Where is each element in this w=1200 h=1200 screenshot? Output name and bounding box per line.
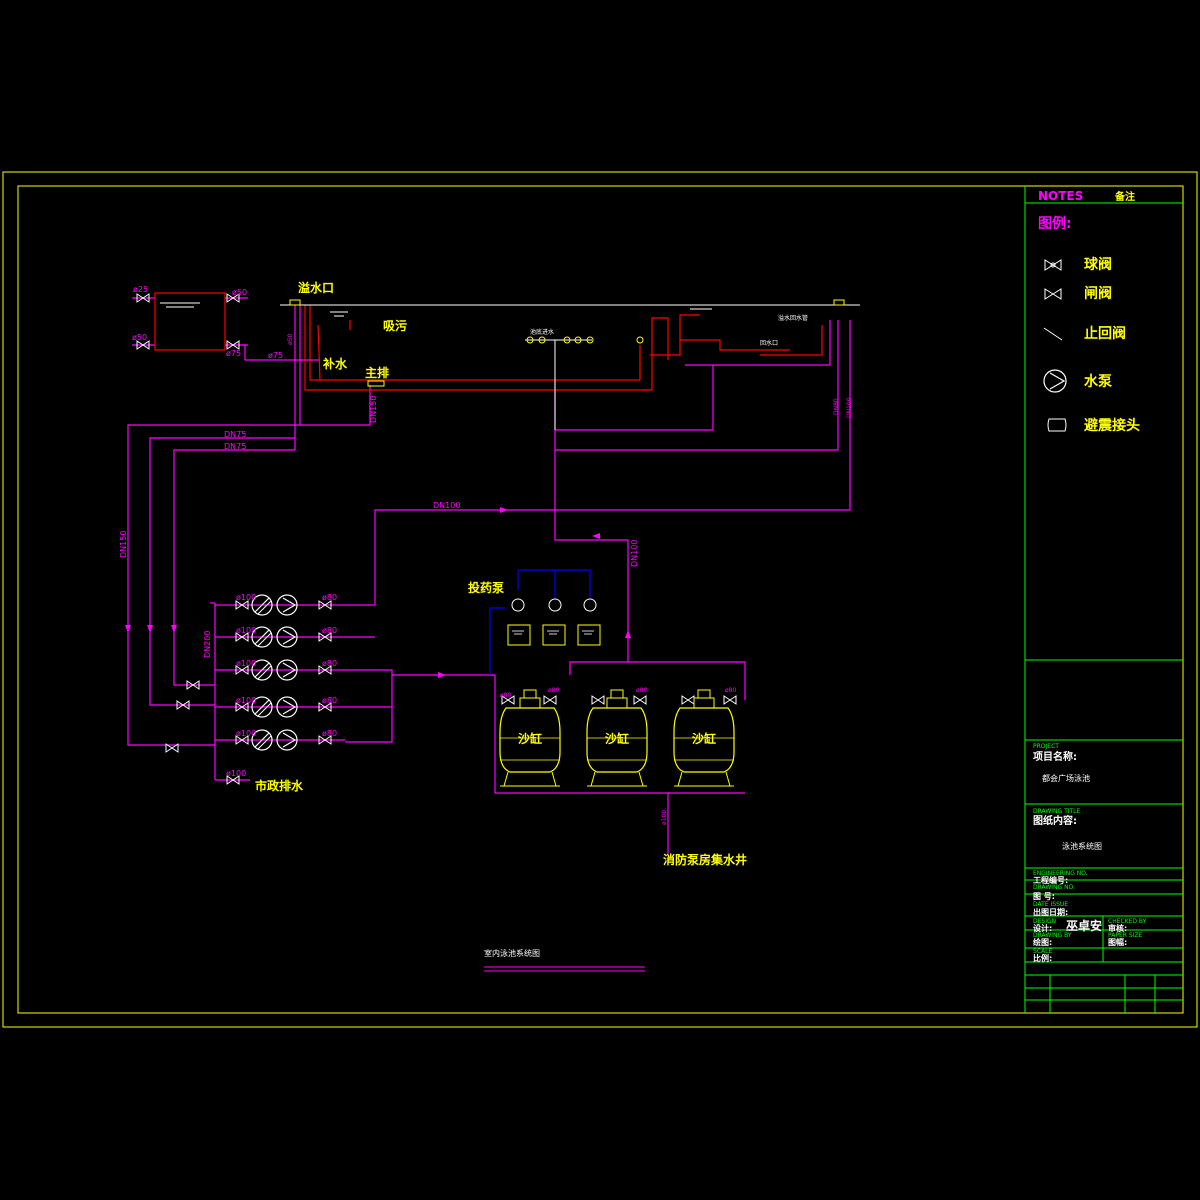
size-d100-1: ø100	[236, 593, 256, 602]
size-d50-b: ø50	[132, 333, 147, 342]
project-value: 都会广场泳池	[1042, 773, 1090, 783]
notes-cn: 备注	[1114, 190, 1135, 203]
size-d100-6: ø100	[226, 769, 246, 778]
size-dn100-b: DN100	[630, 540, 639, 567]
size-d80-7: ø80	[548, 687, 559, 694]
label-main-drain: 主排	[365, 365, 389, 380]
ball-valve-icon	[1044, 259, 1062, 271]
chem-lines	[489, 569, 591, 675]
bottom-title: 室内泳池系统图	[484, 948, 540, 958]
label-sand-tank-3: 沙缸	[692, 731, 716, 746]
label-overflow-gutter: 溢水回水管	[778, 314, 808, 322]
drawing-title-cn: 图纸内容:	[1033, 814, 1077, 827]
size-d100-3: ø100	[236, 659, 256, 668]
project-en: PROJECT	[1033, 743, 1059, 750]
label-suction: 吸污	[383, 318, 407, 333]
size-d75-a: ø75	[226, 349, 241, 358]
label-inlet-row: 池底进水	[530, 328, 554, 336]
drawing-labels: 溢水口 吸污 补水 主排 池底进水 回水口 溢水回水管 投药泵 市政排水 消防泵…	[255, 280, 808, 972]
legend: NOTES 备注 图例: 球阀 闸阀 止回阀 水泵 避震接头	[1038, 189, 1140, 434]
size-d100-5: ø100	[236, 729, 256, 738]
label-fire-pit: 消防泵房集水井	[663, 852, 747, 867]
size-d50-a: ø50	[232, 288, 247, 297]
size-dn75-a: DN75	[224, 430, 246, 439]
inner-frame	[17, 185, 1184, 1014]
drawn-cn: 绘图:	[1033, 937, 1052, 947]
project-cn: 项目名称:	[1033, 750, 1077, 763]
scale-cn: 比例:	[1033, 953, 1052, 963]
legend-label-gate-valve: 闸阀	[1084, 285, 1112, 302]
size-d80-2: ø80	[322, 626, 337, 635]
legend-label-check-valve: 止回阀	[1084, 325, 1126, 342]
label-sand-tank-2: 沙缸	[605, 731, 629, 746]
label-makeup: 补水	[322, 356, 348, 371]
red-pipes	[154, 292, 823, 391]
pipe-size-labels: ø25 ø50 ø50 ø75 ø75 ø50 DN75 DN75 DN150 …	[119, 285, 853, 825]
drawing-title-value: 泳池系统图	[1062, 841, 1102, 851]
size-d80-3: ø80	[322, 659, 337, 668]
size-d80-5: ø80	[322, 729, 337, 738]
pool-surface	[160, 302, 860, 430]
size-dn75-b: DN75	[224, 442, 246, 451]
drawing-title-en: DRAWING TITLE	[1033, 808, 1081, 815]
pump-group	[251, 594, 298, 751]
legend-label-ball-valve: 球阀	[1084, 256, 1112, 273]
size-dn100-c: DN100	[846, 397, 853, 418]
size-dn150-a: DN150	[369, 396, 378, 423]
label-sand-tank-1: 沙缸	[518, 731, 542, 746]
pump-icon	[1043, 369, 1067, 393]
designer-name: 巫卓安	[1066, 918, 1102, 933]
cad-drawing-canvas: 溢水口 吸污 补水 主排 池底进水 回水口 溢水回水管 投药泵 市政排水 消防泵…	[2, 171, 1198, 1028]
label-overflow: 溢水口	[298, 280, 334, 295]
size-d100-2: ø100	[236, 626, 256, 635]
valves	[136, 293, 737, 785]
outer-frame	[2, 171, 1198, 1028]
dwg-no-en: DRAWING NO.	[1033, 884, 1075, 891]
size-d25: ø25	[133, 285, 148, 294]
size-d75-b: ø75	[268, 351, 283, 360]
dosing-units	[507, 598, 601, 646]
size-dn200: DN200	[203, 631, 212, 658]
size-d80-8: ø80	[636, 687, 647, 694]
size-dn100-a: DN100	[433, 501, 460, 510]
date-en: DATE ISSUE	[1033, 901, 1068, 908]
flex-joint-icon	[1047, 418, 1067, 432]
size-d80-9: ø80	[725, 687, 736, 694]
notes-header: NOTES	[1038, 189, 1083, 203]
size-d80-4: ø80	[322, 696, 337, 705]
gate-valve-icon	[1044, 288, 1062, 300]
size-d80-6: ø80	[500, 692, 511, 699]
size-d100-4: ø100	[236, 696, 256, 705]
size-dn80: DN80	[833, 398, 840, 415]
size-d100-7: ø100	[661, 810, 668, 825]
size-dn150-b: DN150	[119, 531, 128, 558]
size-d50-c: ø50	[287, 334, 294, 345]
legend-label-flex-joint: 避震接头	[1084, 417, 1140, 434]
date-cn: 出图日期:	[1033, 907, 1068, 917]
paper-cn: 图幅:	[1108, 937, 1127, 947]
label-municipal-drain: 市政排水	[255, 778, 304, 793]
label-return-outlet: 回水口	[760, 339, 778, 347]
size-d80-1: ø80	[322, 593, 337, 602]
dwg-no-cn: 图 号:	[1033, 892, 1055, 901]
legend-title: 图例:	[1038, 215, 1072, 232]
label-dosing-pump: 投药泵	[468, 580, 504, 595]
legend-label-pump: 水泵	[1084, 373, 1112, 390]
check-valve-icon	[1043, 327, 1063, 341]
